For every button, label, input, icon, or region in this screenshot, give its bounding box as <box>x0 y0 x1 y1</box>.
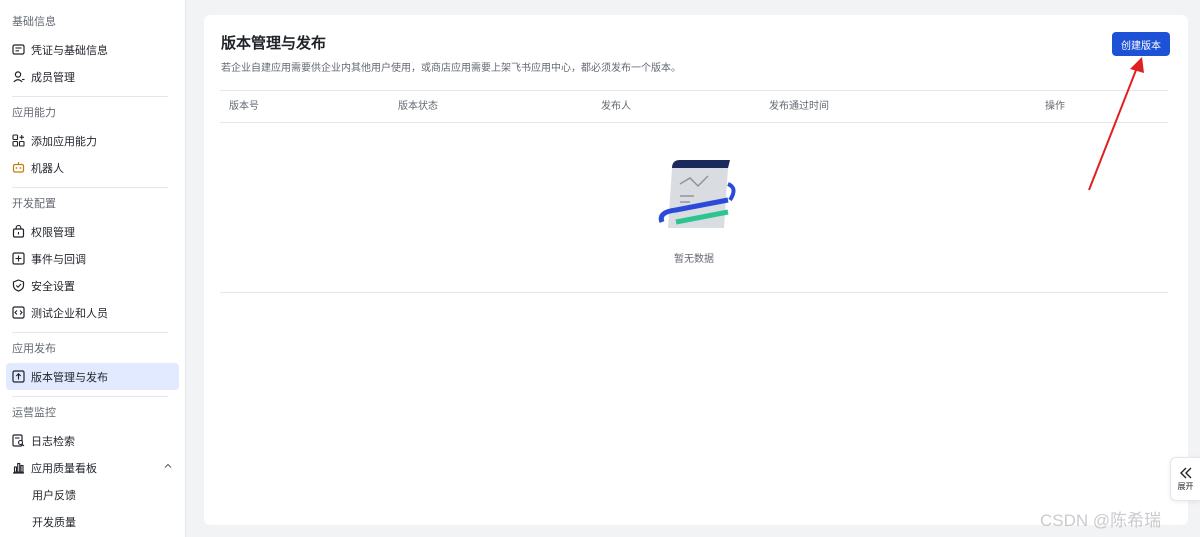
member-icon <box>12 70 25 83</box>
sidebar-item-robot[interactable]: 机器人 <box>6 154 179 181</box>
column-header-publish-time: 发布通过时间 <box>769 101 829 112</box>
divider <box>12 396 168 397</box>
annotation-arrow-icon <box>1088 57 1144 191</box>
upload-icon <box>12 370 25 383</box>
divider <box>12 187 168 188</box>
code-icon <box>12 306 25 319</box>
table-header: 版本号 版本状态 发布人 发布通过时间 操作 <box>220 90 1168 123</box>
group-title-basic: 基础信息 <box>12 15 56 28</box>
sidebar-item-members[interactable]: 成员管理 <box>6 63 179 90</box>
bar-chart-icon <box>12 461 25 474</box>
column-header-publisher: 发布人 <box>601 101 631 112</box>
sidebar-item-quality-board[interactable]: 应用质量看板 <box>6 454 179 481</box>
main-card: 版本管理与发布 若企业自建应用需要供企业内其他用户使用，或商店应用需要上架飞书应… <box>204 15 1188 525</box>
robot-icon <box>12 161 25 174</box>
divider <box>12 96 168 97</box>
sidebar-item-label: 凭证与基础信息 <box>31 43 108 57</box>
sidebar-item-version-management[interactable]: 版本管理与发布 <box>6 363 179 390</box>
page-description: 若企业自建应用需要供企业内其他用户使用，或商店应用需要上架飞书应用中心，都必须发… <box>221 63 681 74</box>
expand-label: 展开 <box>1177 481 1194 491</box>
sidebar-item-security[interactable]: 安全设置 <box>6 272 179 299</box>
sidebar-item-user-feedback[interactable]: 用户反馈 <box>6 481 179 508</box>
sidebar-item-label: 用户反馈 <box>32 488 76 502</box>
log-search-icon <box>12 434 25 447</box>
sidebar-item-label: 版本管理与发布 <box>31 370 108 384</box>
sidebar-item-credentials[interactable]: 凭证与基础信息 <box>6 36 179 63</box>
version-table: 版本号 版本状态 发布人 发布通过时间 操作 暂无数据 <box>220 90 1168 293</box>
grid-add-icon <box>12 134 25 147</box>
group-title-dev-config: 开发配置 <box>12 197 56 210</box>
page-title: 版本管理与发布 <box>221 34 327 52</box>
group-title-monitoring: 运营监控 <box>12 406 56 419</box>
empty-state-text: 暂无数据 <box>674 254 714 265</box>
lock-icon <box>12 225 25 238</box>
sidebar-item-label: 事件与回调 <box>31 252 86 266</box>
sidebar-item-label: 安全设置 <box>31 279 75 293</box>
column-header-actions: 操作 <box>1045 101 1065 112</box>
sidebar-item-add-capability[interactable]: 添加应用能力 <box>6 127 179 154</box>
group-title-publish: 应用发布 <box>12 342 56 355</box>
sidebar-item-events[interactable]: 事件与回调 <box>6 245 179 272</box>
sidebar-item-log-search[interactable]: 日志检索 <box>6 427 179 454</box>
create-version-button[interactable]: 创建版本 <box>1112 32 1170 56</box>
table-body: 暂无数据 <box>220 123 1168 293</box>
sidebar-item-label: 添加应用能力 <box>31 134 97 148</box>
expand-panel-button[interactable]: 展开 <box>1170 457 1200 501</box>
sidebar-item-label: 机器人 <box>31 161 64 175</box>
chevron-up-icon[interactable] <box>163 461 173 474</box>
group-title-capability: 应用能力 <box>12 106 56 119</box>
sidebar-item-label: 权限管理 <box>31 225 75 239</box>
column-header-status: 版本状态 <box>398 101 438 112</box>
divider <box>12 332 168 333</box>
sidebar-item-permissions[interactable]: 权限管理 <box>6 218 179 245</box>
empty-document-icon <box>658 160 736 228</box>
sidebar: 基础信息 凭证与基础信息 成员管理 应用能力 添加应用能力 机器人 开发配置 权… <box>0 0 186 537</box>
sidebar-item-dev-quality[interactable]: 开发质量 <box>6 508 179 535</box>
sidebar-item-label: 成员管理 <box>31 70 75 84</box>
sidebar-item-label: 测试企业和人员 <box>31 306 108 320</box>
sidebar-item-label: 应用质量看板 <box>31 461 97 475</box>
credential-icon <box>12 43 25 56</box>
event-icon <box>12 252 25 265</box>
double-chevron-left-icon <box>1179 467 1191 478</box>
shield-icon <box>12 279 25 292</box>
sidebar-item-label: 开发质量 <box>32 515 76 529</box>
sidebar-item-test-enterprise[interactable]: 测试企业和人员 <box>6 299 179 326</box>
sidebar-item-label: 日志检索 <box>31 434 75 448</box>
watermark: CSDN @陈希瑞 <box>1040 511 1162 530</box>
column-header-version: 版本号 <box>229 101 259 112</box>
